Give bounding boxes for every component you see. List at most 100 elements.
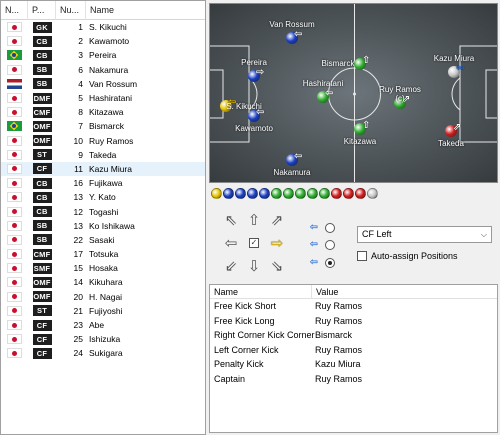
role-value[interactable]: Ruy Ramos [312, 374, 497, 384]
squad-row[interactable]: CB 16 Fujikawa [1, 176, 205, 190]
squad-row[interactable]: OMF 20 H. Nagai [1, 290, 205, 304]
player-name: S. Kikuchi [89, 22, 127, 33]
nationality-flag-icon [1, 234, 28, 245]
squad-row[interactable]: CB 2 Kawamoto [1, 34, 205, 48]
color-ball[interactable] [307, 188, 318, 199]
blue-dot-arrow-icon: ⇦ [309, 257, 319, 268]
roles-rows: Free Kick Short Ruy Ramos Free Kick Long Ru… [210, 299, 497, 386]
column-role-name[interactable]: Name [210, 285, 312, 299]
color-ball[interactable] [235, 188, 246, 199]
position-badge: GK [28, 21, 56, 33]
squad-row[interactable]: SB 13 Ko Ishikawa [1, 219, 205, 233]
squad-row[interactable]: SB 22 Sasaki [1, 233, 205, 247]
direction-arrow-icon: ⇦ [456, 63, 465, 74]
color-ball[interactable] [211, 188, 222, 199]
squad-row[interactable]: GK 1 S. Kikuchi [1, 20, 205, 34]
run-style-option-1[interactable]: ⇦ [309, 222, 335, 233]
color-ball[interactable] [355, 188, 366, 199]
role-row[interactable]: Right Corner Kick Corner Bismarck [210, 328, 497, 343]
squad-row[interactable]: CMF 8 Kitazawa [1, 105, 205, 119]
color-ball[interactable] [331, 188, 342, 199]
color-ball[interactable] [247, 188, 258, 199]
arrow-up-right-icon[interactable]: ⇗ [267, 210, 287, 230]
center-checkbox[interactable]: ✓ [244, 233, 264, 253]
arrow-up-left-icon[interactable]: ⇖ [221, 210, 241, 230]
squad-row[interactable]: SB 6 Nakamura [1, 63, 205, 77]
role-value[interactable]: Ruy Ramos [312, 301, 497, 311]
arrow-up-icon[interactable]: ⇧ [244, 210, 264, 230]
formation-pitch[interactable]: ⇦ S. Kikuchi ⇨ Pereira ⇦ Kawamoto ⇦ Van Rossum ⇦… [209, 3, 498, 183]
nationality-flag-icon [1, 93, 28, 104]
player-number: 1 [78, 22, 83, 33]
direction-arrow-icon: ⇦ [256, 107, 265, 118]
player-number: 7 [78, 121, 83, 132]
role-value[interactable]: Ruy Ramos [312, 316, 497, 326]
role-value[interactable]: Ruy Ramos [312, 345, 497, 355]
color-ball[interactable] [295, 188, 306, 199]
player-number: 2 [78, 36, 83, 47]
column-name[interactable]: Name [86, 1, 205, 20]
color-ball[interactable] [283, 188, 294, 199]
arrow-down-icon[interactable]: ⇩ [244, 256, 264, 276]
squad-row[interactable]: CB 12 Togashi [1, 204, 205, 218]
arrow-down-right-icon[interactable]: ⇘ [267, 256, 287, 276]
squad-row[interactable]: CF 24 Sukigara [1, 346, 205, 360]
squad-row[interactable]: SMF 15 Hosaka [1, 261, 205, 275]
set-piece-roles-table[interactable]: Name Value Free Kick Short Ruy Ramos Free … [209, 284, 498, 433]
column-position[interactable]: P... [28, 1, 56, 20]
player-name: Sukigara [89, 348, 123, 359]
squad-row[interactable]: CB 3 Pereira [1, 48, 205, 62]
run-style-option-2[interactable]: ⇦ [309, 239, 335, 250]
squad-row[interactable]: CF 23 Abe [1, 318, 205, 332]
column-role-value[interactable]: Value [312, 285, 497, 299]
squad-row[interactable]: CMF 17 Totsuka [1, 247, 205, 261]
squad-row[interactable]: OMF 7 Bismarck [1, 119, 205, 133]
nationality-flag-icon [1, 149, 28, 160]
run-style-radio-3[interactable] [325, 257, 335, 268]
role-row[interactable]: Free Kick Long Ruy Ramos [210, 314, 497, 329]
squad-row[interactable]: CB 13 Y. Kato [1, 190, 205, 204]
squad-row[interactable]: DMF 5 Hashiratani [1, 91, 205, 105]
role-value[interactable]: Kazu Miura [312, 359, 497, 369]
auto-assign-box[interactable] [357, 251, 367, 261]
player-name: Pereira [89, 50, 117, 61]
arrow-left-icon[interactable]: ⇦ [221, 233, 241, 253]
player-name: H. Nagai [89, 291, 123, 302]
position-badge: CF [28, 347, 56, 359]
role-row[interactable]: Penalty Kick Kazu Miura [210, 357, 497, 372]
squad-row[interactable]: ST 9 Takeda [1, 148, 205, 162]
color-ball[interactable] [319, 188, 330, 199]
run-style-option-3[interactable]: ⇦ [309, 257, 335, 268]
position-badge: DMF [32, 92, 52, 104]
role-row[interactable]: Captain Ruy Ramos [210, 372, 497, 387]
squad-row[interactable]: SB 4 Van Rossum [1, 77, 205, 91]
role-row[interactable]: Left Corner Kick Ruy Ramos [210, 343, 497, 358]
player-number: 25 [73, 334, 83, 345]
squad-row[interactable]: ST 21 Fujiyoshi [1, 304, 205, 318]
color-ball[interactable] [271, 188, 282, 199]
squad-row[interactable]: OMF 10 Ruy Ramos [1, 134, 205, 148]
color-ball[interactable] [343, 188, 354, 199]
squad-list[interactable]: N... P... Nu... Name GK 1 S. Kikuchi CB 2 Kaw… [0, 0, 206, 435]
color-ball[interactable] [223, 188, 234, 199]
arrow-right-icon[interactable]: ⇨ [267, 233, 287, 253]
run-style-radio-2[interactable] [325, 239, 335, 250]
position-select[interactable]: CF Left ⌵ [357, 226, 492, 243]
role-row[interactable]: Free Kick Short Ruy Ramos [210, 299, 497, 314]
arrow-down-left-icon[interactable]: ⇙ [221, 256, 241, 276]
role-value[interactable]: Bismarck [312, 330, 497, 340]
column-number[interactable]: Nu... [56, 1, 86, 20]
position-badge: ST [28, 305, 56, 317]
auto-assign-checkbox[interactable]: Auto-assign Positions [357, 251, 458, 261]
direction-arrow-icon: ⇦ [325, 88, 334, 99]
nationality-flag-icon [1, 64, 28, 75]
column-nationality[interactable]: N... [1, 1, 28, 20]
color-ball[interactable] [367, 188, 378, 199]
squad-row[interactable]: CF 25 Ishizuka [1, 332, 205, 346]
position-badge: CF [28, 163, 56, 175]
squad-row[interactable]: CF 11 Kazu Miura [1, 161, 205, 177]
run-style-radio-1[interactable] [325, 222, 335, 233]
player-name: Fujikawa [89, 178, 123, 189]
squad-row[interactable]: OMF 14 Kikuhara [1, 275, 205, 289]
color-ball[interactable] [259, 188, 270, 199]
